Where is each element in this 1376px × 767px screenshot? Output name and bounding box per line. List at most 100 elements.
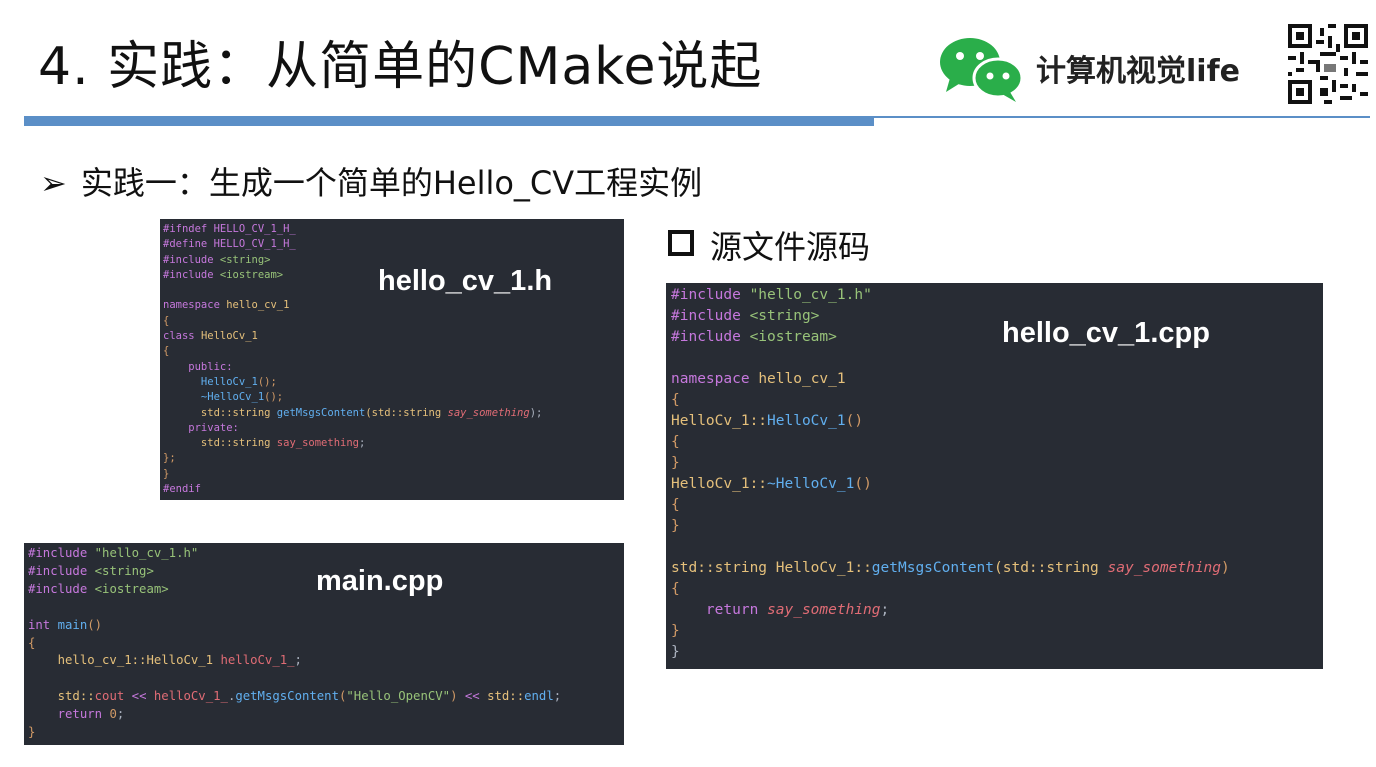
code-token: #endif <box>163 483 201 496</box>
code-token: { <box>671 434 680 450</box>
code-token: ~HelloCv_1 <box>163 391 265 404</box>
code-token: namespace <box>163 299 227 312</box>
code-token: std::string <box>163 437 277 450</box>
code-line: } <box>28 724 561 742</box>
code-token: std::string <box>671 560 776 576</box>
code-token: ; <box>294 653 302 668</box>
code-token: say_something <box>276 437 359 450</box>
title-divider-bar <box>24 116 874 126</box>
code-token: ; <box>880 602 890 618</box>
code-token: { <box>671 497 680 513</box>
code-line: #include "hello_cv_1.h" <box>28 545 561 563</box>
code-line: { <box>671 390 1230 411</box>
code-token: HelloCv_1:: <box>775 560 872 576</box>
code-line: { <box>28 635 561 653</box>
code-token: << <box>457 689 488 704</box>
code-token: hello_cv_1 <box>758 371 846 387</box>
qr-code-icon <box>1288 24 1368 104</box>
code-line: public: <box>163 360 542 375</box>
code-line: ~HelloCv_1(); <box>163 390 542 405</box>
code-token: }; <box>163 452 176 465</box>
code-line: #include "hello_cv_1.h" <box>671 285 1230 306</box>
code-token: (); <box>257 375 277 388</box>
code-token: std:: <box>28 689 95 704</box>
code-token: hello_cv_1::HelloCv_1 <box>28 653 221 668</box>
code-line: HelloCv_1(); <box>163 375 542 390</box>
code-token: return <box>671 602 768 618</box>
code-token: } <box>671 623 680 639</box>
code-token: public: <box>163 360 233 373</box>
code-token: #include <box>671 287 750 303</box>
code-line: int main() <box>28 617 561 635</box>
code-line: { <box>163 314 542 329</box>
code-token: #include <box>163 253 220 266</box>
code-token: } <box>163 467 170 480</box>
bullet-item: ➢ 实践一：生成一个简单的Hello_CV工程实例 <box>40 158 702 204</box>
code-line: #define HELLO_CV_1_H_ <box>163 237 542 252</box>
code-token: <string> <box>94 563 154 578</box>
code-token: } <box>28 725 36 740</box>
code-line: { <box>163 344 542 359</box>
code-line: } <box>163 467 542 482</box>
file-name-header: hello_cv_1.h <box>378 265 553 297</box>
code-block-main: #include "hello_cv_1.h" #include <string>… <box>28 545 561 742</box>
square-checkbox-icon <box>668 230 694 256</box>
code-token: say_something <box>447 406 530 419</box>
file-name-main: main.cpp <box>316 565 444 597</box>
code-token: HelloCv_1:: <box>671 413 768 429</box>
code-line: } <box>671 642 1230 663</box>
code-line: #ifndef HELLO_CV_1_H_ <box>163 222 542 237</box>
code-token: (std::string <box>365 406 448 419</box>
code-line: #endif <box>163 482 542 497</box>
code-token: main <box>57 617 88 632</box>
code-token: ); <box>529 406 543 419</box>
code-token: "Hello_OpenCV" <box>346 689 451 704</box>
code-token: 0 <box>109 707 117 722</box>
code-token: std:: <box>487 689 525 704</box>
code-token: () <box>854 476 872 492</box>
section-heading-text: 源文件源码 <box>710 228 871 266</box>
code-token: say_something <box>1107 560 1222 576</box>
code-line: std::cout << helloCv_1_.getMsgsContent("… <box>28 688 562 706</box>
code-line: } <box>671 453 1230 474</box>
code-token: ; <box>553 689 562 704</box>
code-token: { <box>163 345 170 358</box>
code-token: private: <box>163 421 239 434</box>
brand-banner: 计算机视觉life <box>936 22 1370 104</box>
code-token: return <box>28 707 110 722</box>
code-line: return 0; <box>28 706 561 724</box>
code-line: return say_something; <box>671 600 1230 621</box>
code-token: ; <box>116 707 125 722</box>
code-token: class <box>163 330 201 343</box>
code-token: #include <box>671 329 750 345</box>
code-token: { <box>163 314 170 327</box>
code-line: HelloCv_1::~HelloCv_1() <box>671 474 1230 495</box>
code-token: HelloCv_1 <box>200 330 258 343</box>
code-line: HelloCv_1::HelloCv_1() <box>671 411 1230 432</box>
code-token: "hello_cv_1.h" <box>94 546 199 560</box>
code-line: } <box>671 621 1230 642</box>
wechat-icon <box>940 38 1024 102</box>
brand-name: 计算机视觉life <box>1036 54 1240 89</box>
code-token: #include <box>671 308 750 324</box>
code-panel-main: #include "hello_cv_1.h" #include <string>… <box>24 543 624 745</box>
code-token: HelloCv_1 <box>163 375 258 388</box>
file-name-cpp: hello_cv_1.cpp <box>1002 317 1210 349</box>
code-line: namespace hello_cv_1 <box>671 369 1230 390</box>
code-token: #include <box>163 268 220 281</box>
code-token: getMsgsContent <box>871 560 995 576</box>
code-panel-cpp: #include "hello_cv_1.h" #include <string>… <box>666 283 1323 669</box>
code-token: } <box>671 644 680 660</box>
code-token: int <box>28 617 58 632</box>
code-block-header: #ifndef HELLO_CV_1_H_ #define HELLO_CV_1_… <box>163 222 542 497</box>
code-line: std::string say_something; <box>163 436 542 451</box>
code-token: say_something <box>767 602 881 618</box>
code-line: class HelloCv_1 <box>163 329 542 344</box>
section-heading: 源文件源码 <box>668 222 870 268</box>
code-token: (); <box>264 391 284 404</box>
code-line: { <box>671 432 1230 453</box>
code-token: HelloCv_1 <box>767 413 846 429</box>
